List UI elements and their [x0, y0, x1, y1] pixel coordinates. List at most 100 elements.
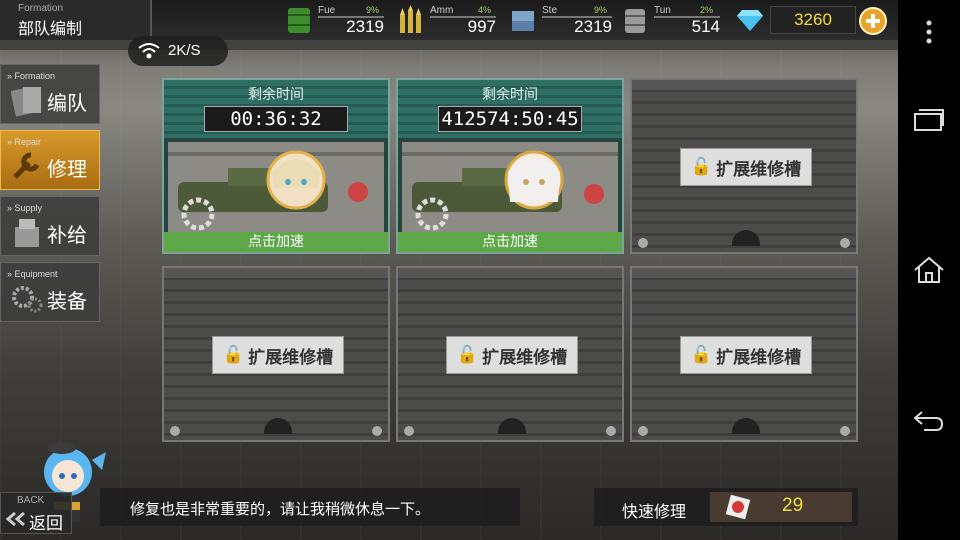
resource-value: 2319 — [574, 17, 612, 36]
repair-slot-locked[interactable]: 🔓 扩展维修槽 — [162, 266, 390, 442]
quick-repair-ticket-icon — [725, 494, 751, 520]
resource-value: 997 — [467, 17, 496, 36]
sidebar-item-label-en: » Repair — [7, 137, 42, 147]
screw — [404, 426, 414, 436]
repair-slot-locked[interactable]: 🔓 扩展维修槽 — [396, 266, 624, 442]
repair-wrench-icon — [13, 152, 40, 179]
gem-count: 3260 — [770, 6, 856, 34]
wifi-icon — [138, 43, 160, 59]
recent-apps-icon[interactable] — [898, 100, 960, 140]
unlock-icon: 🔓 — [690, 345, 713, 365]
unlock-icon: 🔓 — [690, 157, 713, 177]
resource-value: 2319 — [346, 17, 384, 36]
screw — [372, 426, 382, 436]
more-vert-icon[interactable] — [898, 12, 960, 52]
unlock-icon: 🔓 — [222, 345, 245, 365]
screw — [840, 238, 850, 248]
expand-slot-button[interactable]: 🔓 扩展维修槽 — [680, 148, 812, 186]
screw — [170, 426, 180, 436]
expand-slot-label: 扩展维修槽 — [716, 347, 802, 368]
back-arrow-icon[interactable] — [898, 400, 960, 440]
diamond-icon — [737, 10, 763, 31]
back-button[interactable]: BACK 返回 — [0, 492, 72, 534]
resource-percent: 2% — [700, 5, 714, 15]
back-label: 返回 — [29, 514, 63, 534]
resource-ammo: Amm 4% 997 — [398, 3, 498, 37]
resource-steel: Ste 9% 2319 — [510, 3, 614, 37]
expand-slot-button[interactable]: 🔓 扩展维修槽 — [212, 336, 344, 374]
repair-slot-locked[interactable]: 🔓 扩展维修槽 — [630, 266, 858, 442]
sidebar-item-label-en: » Formation — [7, 71, 56, 81]
sidebar-item-label-en: » Equipment — [7, 269, 58, 279]
expand-slot-label: 扩展维修槽 — [248, 347, 334, 368]
screw — [638, 426, 648, 436]
remaining-time-label: 剩余时间 — [248, 87, 304, 103]
repair-slot-active[interactable]: 剩余时间 00:36:32 点击加速 — [162, 78, 390, 254]
shutter-top — [164, 268, 388, 278]
unlock-icon: 🔓 — [456, 345, 479, 365]
screw — [606, 426, 616, 436]
repair-timer: 412574:50:45 — [438, 106, 582, 132]
expand-slot-button[interactable]: 🔓 扩展维修槽 — [680, 336, 812, 374]
steel-ingot-icon — [512, 11, 534, 31]
supply-box-icon — [15, 219, 39, 247]
network-speed-value: 2K/S — [168, 42, 201, 59]
formation-cards-icon — [11, 87, 41, 117]
sidebar-item-equipment[interactable]: » Equipment 装备 — [0, 262, 100, 322]
sidebar-item-formation[interactable]: » Formation 编队 — [0, 64, 100, 124]
repair-slot-active[interactable]: 剩余时间 412574:50:45 点击加速 — [396, 78, 624, 254]
ammo-bullets-icon — [400, 5, 421, 33]
resource-value: 514 — [691, 17, 720, 36]
quick-repair-count: 29 — [782, 495, 804, 516]
page-title-en: Formation — [18, 3, 64, 14]
shutter-handle — [732, 418, 760, 434]
resource-fuel: Fue 9% 2319 — [286, 3, 386, 37]
shutter-handle — [732, 230, 760, 246]
sidebar-item-label: 编队 — [47, 91, 87, 115]
resource-label: Ste — [542, 5, 558, 16]
speed-up-button[interactable]: 点击加速 — [164, 232, 388, 252]
sidebar-item-supply[interactable]: » Supply 补给 — [0, 196, 100, 256]
resource-tungsten: Tun 2% 514 — [622, 3, 722, 37]
resource-label: Amm — [430, 5, 454, 16]
expand-slot-button[interactable]: 🔓 扩展维修槽 — [446, 336, 578, 374]
resource-label: Fue — [318, 5, 336, 16]
dialogue-box: 修复也是非常重要的，请让我稍微休息一下。 — [100, 488, 520, 526]
shutter-handle — [264, 418, 292, 434]
top-bar: Formation 部队编制 Fue 9% 2319 Amm 4% 997 St… — [0, 0, 898, 41]
repair-timer: 00:36:32 — [204, 106, 348, 132]
sidebar-item-label: 修理 — [47, 157, 87, 181]
expand-slot-label: 扩展维修槽 — [716, 159, 802, 180]
quick-repair-panel: 快速修理 29 — [594, 488, 858, 526]
equipment-gears-icon — [12, 286, 43, 313]
quick-repair-label: 快速修理 — [622, 502, 687, 521]
back-label-en: BACK — [17, 495, 45, 506]
double-chevron-left-icon — [5, 511, 25, 527]
tank-doll-illustration — [168, 142, 384, 232]
tungsten-barrel-icon — [625, 9, 645, 33]
plus-circle-icon[interactable] — [858, 6, 888, 36]
page-title-zh: 部队编制 — [18, 19, 83, 38]
sidebar-item-label: 补给 — [47, 223, 87, 247]
sidebar-item-label: 装备 — [47, 289, 87, 313]
resource-label: Tun — [654, 5, 671, 16]
repair-doll-portrait — [168, 142, 384, 232]
repair-doll-portrait — [402, 142, 618, 232]
expand-slot-label: 扩展维修槽 — [482, 347, 568, 368]
remaining-time-label: 剩余时间 — [482, 87, 538, 103]
home-icon[interactable] — [898, 250, 960, 290]
resource-percent: 9% — [366, 5, 380, 15]
sidebar-item-repair[interactable]: » Repair 修理 — [0, 130, 100, 190]
shutter-top — [632, 80, 856, 90]
shutter-handle — [498, 418, 526, 434]
system-nav-bar — [898, 0, 960, 540]
sidebar-item-label-en: » Supply — [7, 203, 43, 213]
quick-repair-counter[interactable]: 29 — [710, 492, 852, 522]
dialogue-text: 修复也是非常重要的，请让我稍微休息一下。 — [130, 500, 431, 518]
resource-percent: 4% — [478, 5, 492, 15]
repair-slot-locked[interactable]: 🔓 扩展维修槽 — [630, 78, 858, 254]
shutter-top — [632, 268, 856, 278]
resource-percent: 9% — [594, 5, 608, 15]
fuel-barrel-icon — [288, 8, 310, 33]
speed-up-button[interactable]: 点击加速 — [398, 232, 622, 252]
